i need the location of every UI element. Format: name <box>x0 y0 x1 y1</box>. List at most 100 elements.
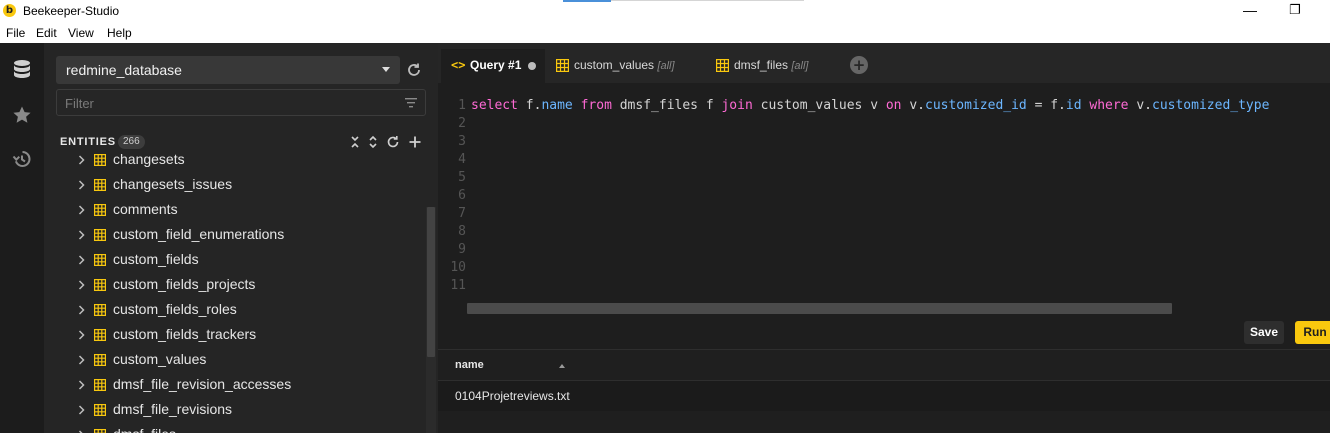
menu-view[interactable]: View <box>68 26 94 40</box>
chevron-right-icon[interactable] <box>78 205 86 215</box>
filter-box <box>56 89 426 116</box>
tree-item-label: dmsf_file_revisions <box>113 401 233 417</box>
filter-icon[interactable] <box>405 97 417 109</box>
tab-query-1[interactable]: <> Query #1 <box>441 49 545 83</box>
tab-custom-values[interactable]: custom_values [all] <box>546 49 704 83</box>
tree-item-dmsf-file-revisions[interactable]: dmsf_file_revisions <box>74 399 414 421</box>
chevron-right-icon[interactable] <box>78 180 86 190</box>
chevron-right-icon[interactable] <box>78 155 86 165</box>
code-token: where <box>1089 98 1129 113</box>
minimize-button[interactable]: — <box>1240 2 1260 18</box>
run-button[interactable]: Run <box>1295 321 1330 344</box>
tree-item-custom-values[interactable]: custom_values <box>74 349 414 371</box>
tree-item-label: dmsf_files <box>113 426 176 433</box>
refresh-entities-icon[interactable] <box>386 135 400 149</box>
window-title: Beekeeper-Studio <box>23 4 120 18</box>
tree-item-label: custom_fields_roles <box>113 301 237 317</box>
chevron-right-icon[interactable] <box>78 380 86 390</box>
line-number: 8 <box>458 224 466 239</box>
collapse-all-icon[interactable] <box>348 135 362 149</box>
tree-item-comments[interactable]: comments <box>74 199 414 221</box>
expand-all-icon[interactable] <box>366 135 380 149</box>
rail-history-button[interactable] <box>8 145 36 173</box>
rail-favorites-button[interactable] <box>8 101 36 129</box>
line-number: 5 <box>458 170 466 185</box>
activity-rail <box>0 43 44 433</box>
line-number: 1 <box>458 98 466 113</box>
editor-horizontal-scrollbar[interactable] <box>467 303 1172 314</box>
tab-bar: <> Query #1 custom_values [all] dmsf_fil… <box>438 43 1330 83</box>
line-number: 4 <box>458 152 466 167</box>
refresh-icon[interactable] <box>406 62 422 78</box>
sort-asc-icon[interactable] <box>559 364 565 368</box>
chevron-right-icon[interactable] <box>78 405 86 415</box>
save-button[interactable]: Save <box>1244 321 1284 344</box>
column-header-name[interactable]: name <box>455 359 484 371</box>
chevron-right-icon[interactable] <box>78 280 86 290</box>
entities-count-badge: 266 <box>118 135 145 149</box>
table-icon <box>94 154 106 166</box>
entities-label: ENTITIES <box>60 136 116 148</box>
tree-item-label: dmsf_file_revision_accesses <box>113 376 292 392</box>
history-icon <box>12 151 31 167</box>
tree-item-custom-fields[interactable]: custom_fields <box>74 249 414 271</box>
chevron-right-icon[interactable] <box>78 330 86 340</box>
menu-edit[interactable]: Edit <box>36 26 57 40</box>
code-token: v. <box>1128 98 1152 113</box>
tree-item-label: custom_field_enumerations <box>113 226 285 242</box>
add-tab-button[interactable]: + <box>850 56 868 74</box>
database-select[interactable]: redmine_database <box>56 56 400 84</box>
sidebar-scroll-thumb[interactable] <box>427 207 435 357</box>
tree-item-label: changesets_issues <box>113 176 233 192</box>
table-icon <box>716 59 729 72</box>
tree-item-changesets-issues[interactable]: changesets_issues <box>74 174 414 196</box>
sidebar-scrollbar[interactable] <box>426 207 436 433</box>
line-gutter: 1 2 3 4 5 6 7 8 9 10 11 <box>438 97 466 295</box>
menu-help[interactable]: Help <box>107 26 132 40</box>
code-token: = f. <box>1026 98 1066 113</box>
menu-file[interactable]: File <box>6 26 25 40</box>
tree-item-custom-fields-trackers[interactable]: custom_fields_trackers <box>74 324 414 346</box>
tree-item-custom-fields-roles[interactable]: custom_fields_roles <box>74 299 414 321</box>
code-token: customized_id <box>925 98 1027 113</box>
code-line-1: select f.name from dmsf_files f join cus… <box>471 97 1269 115</box>
code-token: custom_values v <box>752 98 886 113</box>
code-token: v. <box>901 98 925 113</box>
code-token: from <box>580 98 612 113</box>
chevron-right-icon[interactable] <box>78 255 86 265</box>
unsaved-dot-icon <box>528 62 536 70</box>
tree-item-dmsf-files[interactable]: dmsf_files <box>74 424 414 433</box>
table-icon <box>94 229 106 241</box>
maximize-button[interactable]: ❐ <box>1286 2 1304 18</box>
table-cell[interactable]: 0104Projetreviews.txt <box>455 389 570 403</box>
sql-editor[interactable]: 1 2 3 4 5 6 7 8 9 10 11 select f.name from dmsf_fi… <box>438 83 1330 320</box>
table-row[interactable]: 0104Projetreviews.txt <box>438 381 1330 411</box>
code-token: select <box>471 98 518 113</box>
tree-item-label: comments <box>113 201 178 217</box>
code-token: id <box>1065 98 1082 113</box>
rail-connections-button[interactable] <box>8 56 36 84</box>
tab-label: custom_values <box>574 58 655 72</box>
tab-dmsf-files[interactable]: dmsf_files [all] <box>706 49 846 83</box>
tree-item-label: custom_fields <box>113 251 199 267</box>
results-panel: name 0104Projetreviews.txt <box>438 349 1330 433</box>
title-accent <box>563 0 611 2</box>
chevron-right-icon[interactable] <box>78 230 86 240</box>
tree-item-custom-field-enumerations[interactable]: custom_field_enumerations <box>74 224 414 246</box>
code-token: on <box>885 98 902 113</box>
code-token: join <box>721 98 753 113</box>
tree-item-label: changesets <box>113 151 185 167</box>
tree-item-custom-fields-projects[interactable]: custom_fields_projects <box>74 274 414 296</box>
results-footer <box>438 411 1330 433</box>
filter-input[interactable] <box>65 94 385 112</box>
tab-label: dmsf_files <box>734 58 789 72</box>
chevron-right-icon[interactable] <box>78 355 86 365</box>
menu-bar: File Edit View Help <box>0 24 1330 43</box>
code-token: name <box>541 98 573 113</box>
chevron-right-icon[interactable] <box>78 305 86 315</box>
add-entity-icon[interactable] <box>408 135 422 149</box>
tree-item-dmsf-file-revision-accesses[interactable]: dmsf_file_revision_accesses <box>74 374 414 396</box>
table-icon <box>94 429 106 433</box>
tree-item-changesets[interactable]: changesets <box>74 151 414 171</box>
tab-label: Query #1 <box>470 58 522 72</box>
